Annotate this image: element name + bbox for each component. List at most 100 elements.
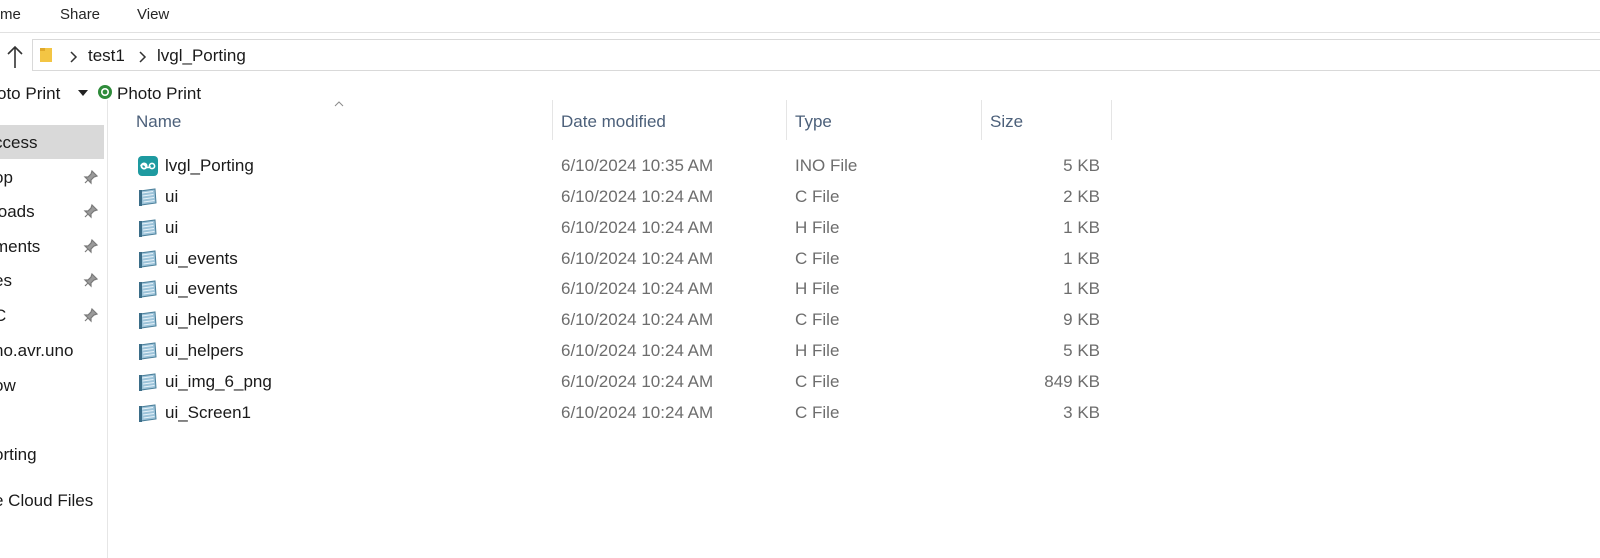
- file-size: 1 KB: [1063, 279, 1100, 299]
- file-name: ui_events: [165, 248, 238, 268]
- column-header-row: Name Date modified Type Size: [108, 100, 1112, 140]
- nav-label: ments: [0, 237, 41, 256]
- file-date-modified: 6/10/2024 10:24 AM: [561, 248, 714, 268]
- pin-icon[interactable]: [83, 272, 99, 288]
- file-type: H File: [795, 217, 840, 237]
- file-row[interactable]: ui 6/10/2024 10:24 AM H File 1 KB: [108, 213, 1112, 243]
- file-type: H File: [795, 279, 840, 299]
- file-size: 3 KB: [1063, 402, 1100, 422]
- pin-icon[interactable]: [83, 307, 99, 323]
- file-row[interactable]: lvgl_Porting 6/10/2024 10:35 AM INO File 5 …: [108, 151, 1112, 181]
- file-size: 2 KB: [1063, 186, 1100, 206]
- file-type: C File: [795, 371, 840, 391]
- file-name: ui_events: [165, 279, 238, 299]
- file-name: ui: [165, 217, 179, 237]
- pin-icon[interactable]: [83, 169, 99, 185]
- nav-item-downloads[interactable]: loads: [0, 194, 104, 228]
- dropdown-arrow-icon[interactable]: [77, 89, 89, 97]
- folder-icon: [40, 48, 52, 62]
- column-label: Name: [136, 112, 182, 131]
- file-size: 1 KB: [1063, 217, 1100, 237]
- tab-home[interactable]: me: [0, 6, 21, 23]
- arduino-icon: [137, 155, 159, 177]
- file-size: 1 KB: [1063, 248, 1100, 268]
- ribbon-tabs: me Share View: [0, 0, 1600, 32]
- file-type: INO File: [795, 156, 858, 175]
- file-size: 5 KB: [1063, 341, 1100, 361]
- file-date-modified: 6/10/2024 10:24 AM: [561, 279, 714, 299]
- file-size: 9 KB: [1063, 310, 1100, 330]
- file-name: ui_Screen1: [165, 402, 252, 422]
- nav-item-ow[interactable]: ow: [0, 368, 104, 402]
- file-date-modified: 6/10/2024 10:35 AM: [561, 156, 714, 175]
- breadcrumb-test1[interactable]: test1: [88, 46, 125, 66]
- chevron-right-icon[interactable]: [137, 51, 147, 63]
- file-row[interactable]: ui_helpers 6/10/2024 10:24 AM C File 9 KB: [108, 305, 1112, 335]
- file-type: C File: [795, 402, 840, 422]
- column-header-size[interactable]: Size: [982, 100, 1111, 140]
- nav-item-quick-access[interactable]: ccess: [0, 125, 104, 159]
- file-row[interactable]: ui_events 6/10/2024 10:24 AM H File 1 KB: [108, 274, 1112, 304]
- column-divider[interactable]: [1111, 100, 1112, 140]
- chevron-right-icon[interactable]: [68, 51, 78, 63]
- nav-label: ccess: [0, 133, 38, 152]
- source-file-icon: [137, 248, 159, 270]
- file-type: C File: [795, 248, 840, 268]
- file-name: ui: [165, 186, 179, 206]
- nav-item-cloud-files[interactable]: e Cloud Files: [0, 483, 104, 517]
- pin-icon[interactable]: [83, 238, 99, 254]
- file-type: C File: [795, 186, 840, 206]
- file-name: ui_img_6_png: [165, 371, 272, 391]
- nav-label: loads: [0, 202, 35, 221]
- photo-print-icon: [98, 85, 112, 99]
- nav-label: es: [0, 271, 12, 290]
- column-header-name[interactable]: Name: [108, 100, 552, 140]
- nav-label: C: [0, 306, 7, 325]
- file-row[interactable]: ui_helpers 6/10/2024 10:24 AM H File 5 KB: [108, 336, 1112, 366]
- navigation-pane: ccess op loads ments es C no.avr.uno ow …: [0, 100, 108, 558]
- file-row[interactable]: ui_img_6_png 6/10/2024 10:24 AM C File 849 …: [108, 367, 1112, 397]
- tab-share[interactable]: Share: [60, 6, 100, 23]
- nav-label: op: [0, 168, 13, 187]
- source-file-icon: [137, 309, 159, 331]
- column-header-date[interactable]: Date modified: [553, 100, 786, 140]
- up-arrow-icon[interactable]: [5, 44, 25, 70]
- source-file-icon: [137, 278, 159, 300]
- source-file-icon: [137, 340, 159, 362]
- source-file-icon: [137, 186, 159, 208]
- nav-label: orting: [0, 445, 37, 464]
- file-type: H File: [795, 341, 840, 361]
- nav-item-desktop[interactable]: op: [0, 160, 104, 194]
- nav-item-lvgl-porting[interactable]: orting: [0, 437, 104, 471]
- nav-label: ow: [0, 376, 16, 395]
- nav-item-arduino-avr-uno[interactable]: no.avr.uno: [0, 333, 104, 367]
- file-type: C File: [795, 310, 840, 330]
- file-date-modified: 6/10/2024 10:24 AM: [561, 186, 714, 206]
- file-date-modified: 6/10/2024 10:24 AM: [561, 310, 714, 330]
- nav-item-pictures[interactable]: es: [0, 263, 104, 297]
- file-date-modified: 6/10/2024 10:24 AM: [561, 341, 714, 361]
- column-header-type[interactable]: Type: [787, 100, 981, 140]
- column-label: Size: [990, 112, 1024, 131]
- nav-label: e Cloud Files: [0, 491, 94, 510]
- file-size: 849 KB: [1044, 371, 1100, 391]
- source-file-icon: [137, 402, 159, 424]
- file-row[interactable]: ui_events 6/10/2024 10:24 AM C File 1 KB: [108, 244, 1112, 274]
- nav-item-this-pc[interactable]: C: [0, 298, 104, 332]
- file-date-modified: 6/10/2024 10:24 AM: [561, 371, 714, 391]
- file-size: 5 KB: [1063, 156, 1100, 175]
- file-date-modified: 6/10/2024 10:24 AM: [561, 402, 714, 422]
- address-bar[interactable]: test1 lvgl_Porting: [32, 39, 1600, 71]
- file-name: lvgl_Porting: [165, 156, 254, 175]
- file-row[interactable]: ui_Screen1 6/10/2024 10:24 AM C File 3 KB: [108, 398, 1112, 428]
- tab-view[interactable]: View: [137, 6, 169, 23]
- column-label: Type: [795, 112, 832, 131]
- breadcrumb-lvgl-porting[interactable]: lvgl_Porting: [157, 46, 246, 66]
- nav-item-documents[interactable]: ments: [0, 229, 104, 263]
- file-date-modified: 6/10/2024 10:24 AM: [561, 217, 714, 237]
- source-file-icon: [137, 217, 159, 239]
- file-name: ui_helpers: [165, 310, 244, 330]
- pin-icon[interactable]: [83, 203, 99, 219]
- ribbon-divider: [0, 32, 1600, 33]
- file-row[interactable]: ui 6/10/2024 10:24 AM C File 2 KB: [108, 182, 1112, 212]
